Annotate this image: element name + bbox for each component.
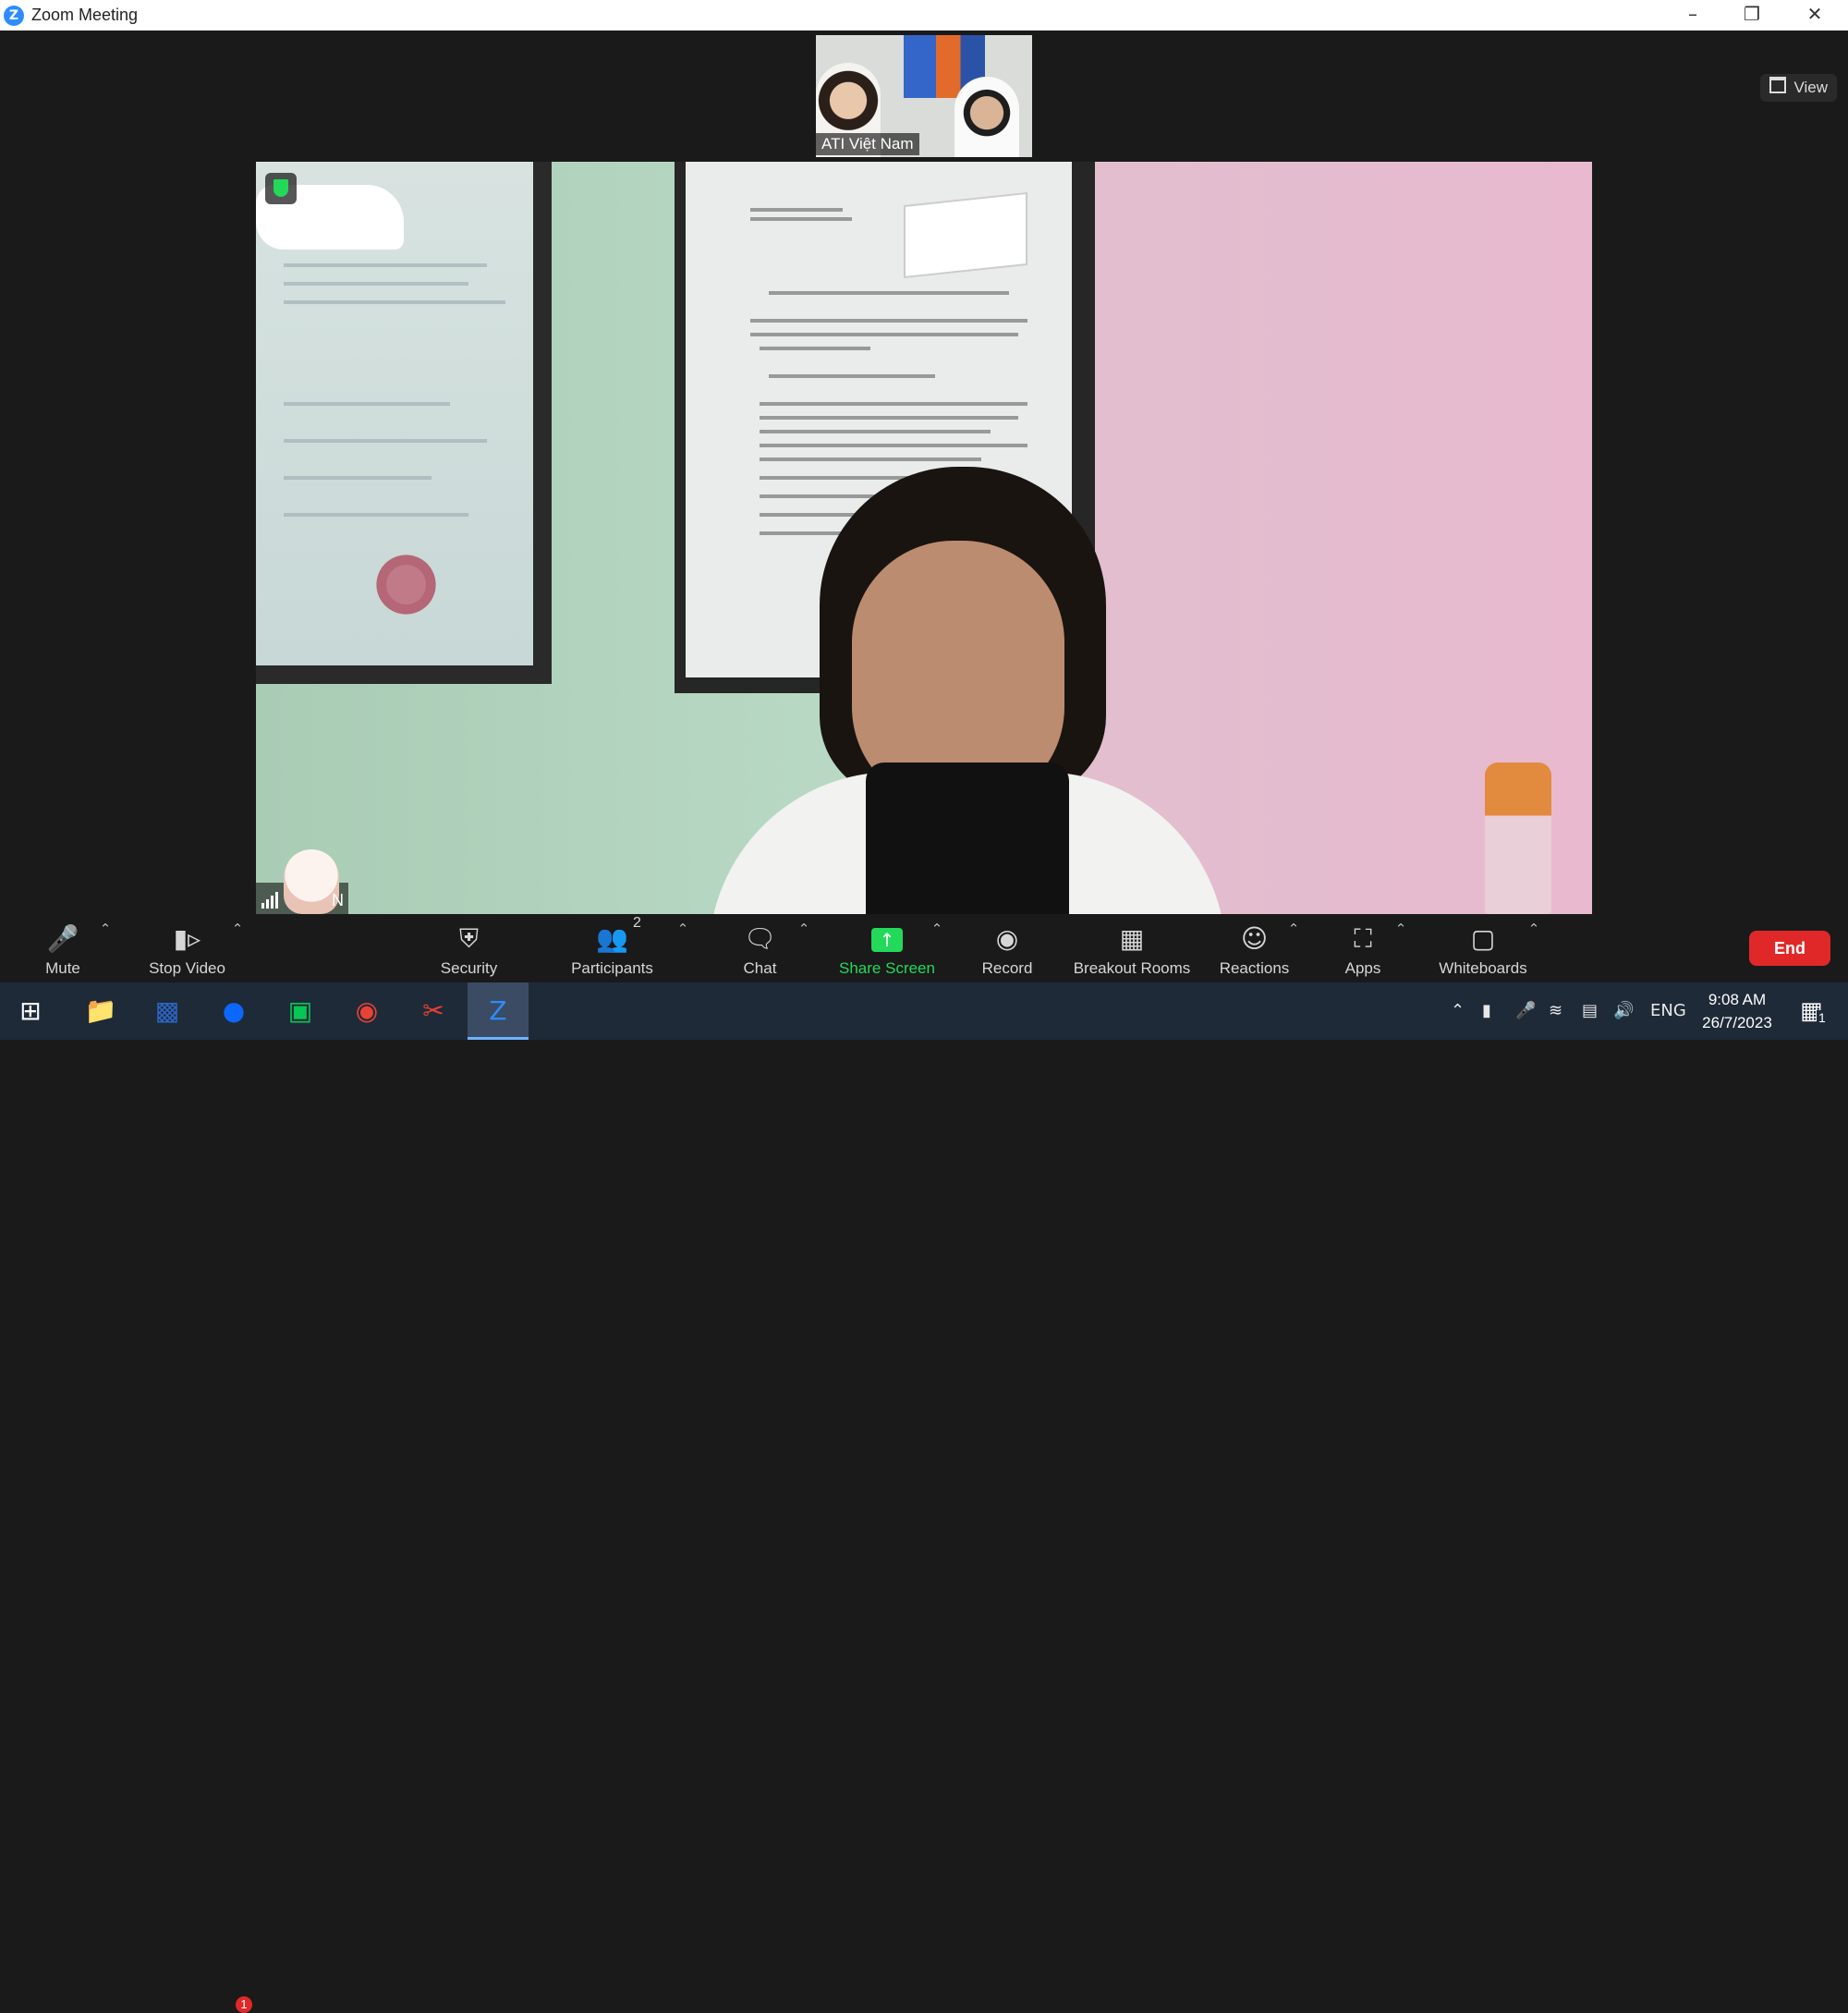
line-app-icon[interactable]: ▣: [270, 982, 331, 1040]
participants-options-chevron-icon[interactable]: ⌃: [675, 921, 690, 937]
apps-options-chevron-icon[interactable]: ⌃: [1393, 921, 1408, 937]
security-button[interactable]: ⛨ Security: [430, 915, 508, 982]
stamp-seal: [371, 550, 441, 619]
participant-name-tag: ATI Việt Nam: [816, 133, 919, 155]
breakout-rooms-grid-icon: ▦: [1119, 923, 1145, 954]
audio-options-chevron-icon[interactable]: ⌃: [98, 921, 113, 937]
clock-date: 26/7/2023: [1702, 1014, 1772, 1031]
zoom-app-icon: [4, 6, 24, 26]
wifi-icon[interactable]: ≋: [1549, 982, 1562, 1040]
whiteboards-button[interactable]: ▢ Whiteboards: [1432, 915, 1534, 982]
share-screen-icon: ↑: [832, 922, 942, 956]
breakout-rooms-button[interactable]: ▦ Breakout Rooms: [1067, 915, 1197, 982]
smiley-icon: ☺: [1240, 923, 1269, 954]
video-camera-icon: ▮▹: [173, 923, 201, 954]
reactions-button[interactable]: ☺ Reactions: [1215, 915, 1294, 982]
clock-time: 9:08 AM: [1708, 991, 1767, 1008]
record-button[interactable]: ◉ Record: [975, 915, 1040, 982]
chrome-icon[interactable]: ◉: [336, 982, 397, 1040]
bottle-object: [1485, 762, 1551, 914]
reactions-options-chevron-icon[interactable]: ⌃: [1286, 921, 1301, 937]
windows-start-icon[interactable]: ⊞: [0, 982, 61, 1040]
view-button-label: View: [1793, 79, 1828, 96]
chat-options-chevron-icon[interactable]: ⌃: [796, 921, 811, 937]
apps-button[interactable]: ⛶ Apps: [1331, 915, 1395, 982]
whiteboard-icon: ▢: [1470, 923, 1496, 954]
chat-bubble-icon: 🗨: [743, 923, 777, 954]
restore-button[interactable]: ❐: [1722, 0, 1781, 30]
signal-strength-icon: [261, 890, 280, 909]
window-title: Zoom Meeting: [31, 6, 139, 24]
record-icon: ◉: [995, 923, 1019, 954]
close-button[interactable]: ✕: [1785, 0, 1844, 30]
zalo-icon[interactable]: ●: [203, 982, 264, 1040]
word-icon[interactable]: ▩: [137, 982, 198, 1040]
meeting-toolbar: 🎤 Mute ⌃ ▮▹ Stop Video ⌃ ⛨ Security 👥 Pa…: [0, 915, 1848, 982]
notification-center-icon[interactable]: ▦ 1: [1796, 995, 1833, 1027]
self-view-tag: N: [256, 849, 348, 914]
stop-video-button[interactable]: ▮▹ Stop Video: [139, 915, 236, 982]
battery-icon[interactable]: ▮: [1482, 982, 1491, 1040]
participants-icon: 👥: [596, 923, 628, 954]
redacted-area: [904, 191, 1027, 279]
active-speaker-video[interactable]: N: [256, 162, 1592, 914]
network-icon[interactable]: ▤: [1582, 982, 1598, 1040]
shield-icon: ⛨: [458, 923, 479, 954]
participants-button[interactable]: 👥 Participants 2: [564, 915, 661, 982]
taskbar-clock[interactable]: 9:08 AM 26/7/2023: [1691, 988, 1783, 1034]
notification-count: 1: [1817, 1010, 1828, 1025]
encryption-shield-icon[interactable]: [265, 173, 297, 204]
zalo-badge: 1: [236, 1996, 252, 2013]
volume-icon[interactable]: 🔊: [1613, 982, 1634, 1040]
windows-taskbar: ⊞ 📁 ▩ ● 1 ▣ ◉ ✂ Z ⌃ ▮ 🎤 ≋ ▤ 🔊 ENG 9:08 A…: [0, 982, 1848, 2013]
share-screen-button[interactable]: ↑ Share Screen: [832, 915, 942, 982]
title-bar: Zoom Meeting – ❐ ✕: [0, 0, 1848, 30]
participant-thumbnail[interactable]: ATI Việt Nam: [816, 35, 1032, 157]
framed-certificate-left: [256, 162, 552, 684]
mute-button[interactable]: 🎤 Mute: [35, 915, 91, 982]
snipping-tool-icon[interactable]: ✂: [403, 982, 464, 1040]
participants-count: 2: [633, 915, 641, 931]
speaker-person: [709, 467, 1226, 914]
language-indicator[interactable]: ENG: [1650, 982, 1686, 1040]
minimize-button[interactable]: –: [1663, 0, 1722, 30]
file-explorer-icon[interactable]: 📁: [70, 982, 131, 1040]
chat-button[interactable]: 🗨 Chat: [735, 915, 785, 982]
apps-icon: ⛶: [1354, 923, 1372, 954]
share-options-chevron-icon[interactable]: ⌃: [930, 921, 944, 937]
end-meeting-button[interactable]: End: [1749, 931, 1830, 966]
microphone-icon: 🎤: [46, 923, 79, 954]
view-grid-icon: [1769, 77, 1787, 93]
video-options-chevron-icon[interactable]: ⌃: [230, 921, 245, 937]
participant-video-person: [954, 77, 1019, 157]
microphone-tray-icon[interactable]: 🎤: [1515, 982, 1536, 1040]
zoom-taskbar-icon[interactable]: Z: [468, 982, 529, 1040]
tray-overflow-chevron-icon[interactable]: ⌃: [1451, 982, 1465, 1040]
view-button[interactable]: View: [1760, 74, 1837, 102]
self-initial: N: [332, 891, 344, 909]
whiteboards-options-chevron-icon[interactable]: ⌃: [1526, 921, 1541, 937]
avatar: [284, 849, 339, 914]
